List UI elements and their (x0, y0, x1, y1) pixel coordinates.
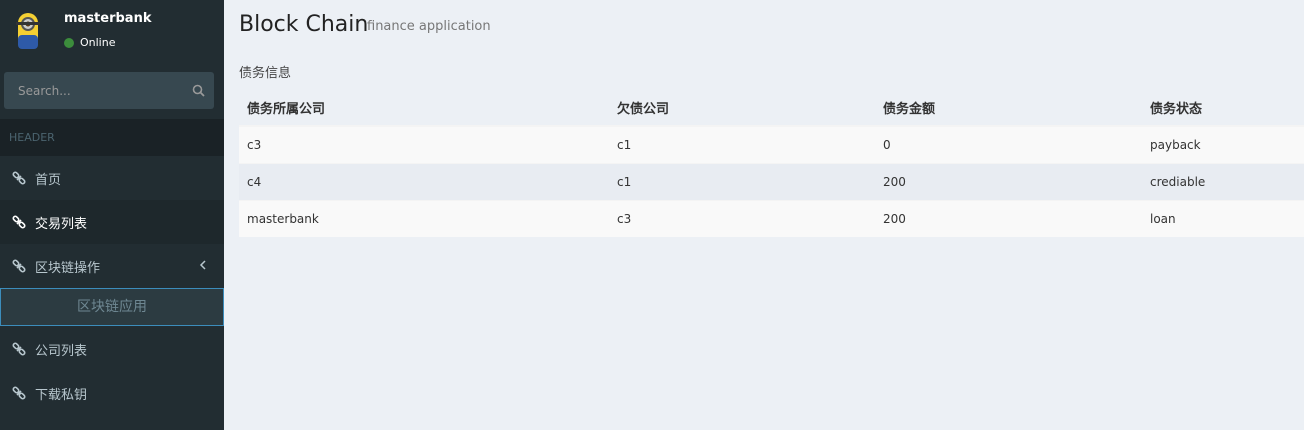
link-icon (12, 171, 26, 185)
sidebar-menu: 首页 交易列表 区块链操作 区块链应用 公司列表 下载私钥 (0, 156, 224, 415)
avatar (16, 13, 40, 49)
debt-table: 债务所属公司 欠债公司 债务金额 债务状态 c3 c1 0 payback c4… (239, 89, 1304, 237)
table-cell: c1 (609, 125, 875, 163)
table-cell: payback (1142, 125, 1304, 163)
search-form (4, 72, 214, 109)
column-header: 欠债公司 (609, 89, 875, 127)
search-button[interactable] (182, 72, 214, 109)
sidebar-item-label: 区块链操作 (35, 260, 101, 276)
link-icon (12, 215, 26, 229)
status-label: Online (80, 36, 116, 49)
sidebar-item-transactions[interactable]: 交易列表 (0, 200, 224, 244)
table-cell: c4 (239, 162, 609, 200)
table-cell: c3 (609, 199, 875, 237)
sidebar: masterbank Online HEADER 首页 交易列表 (0, 0, 224, 430)
table-row: c4 c1 200 crediable (239, 162, 1304, 200)
user-status: Online (64, 36, 115, 49)
sidebar-item-label: 首页 (35, 172, 62, 188)
main-content: Block Chain finance application 债务信息 债务所… (224, 0, 1304, 430)
sidebar-header: HEADER (0, 119, 224, 156)
sidebar-item-label: 公司列表 (35, 343, 88, 359)
sidebar-item-label: 交易列表 (35, 216, 88, 232)
table-cell: loan (1142, 199, 1304, 237)
table-cell: c3 (239, 125, 609, 163)
sidebar-item-blockchain-app[interactable]: 区块链应用 (0, 288, 224, 326)
link-icon (12, 342, 26, 356)
link-icon (12, 386, 26, 400)
table-cell: 200 (875, 162, 1142, 200)
section-title: 债务信息 (239, 66, 292, 81)
table-cell: masterbank (239, 199, 609, 237)
column-header: 债务金额 (875, 89, 1142, 127)
search-icon (192, 84, 205, 97)
sidebar-item-blockchain-ops[interactable]: 区块链操作 (0, 244, 224, 288)
sidebar-item-download-key[interactable]: 下载私钥 (0, 371, 224, 415)
page-subtitle: finance application (367, 19, 491, 34)
table-header-row: 债务所属公司 欠债公司 债务金额 债务状态 (239, 89, 1304, 127)
sidebar-item-label: 下载私钥 (35, 387, 88, 403)
table-row: masterbank c3 200 loan (239, 199, 1304, 237)
chevron-left-icon[interactable] (199, 259, 207, 271)
sidebar-item-home[interactable]: 首页 (0, 156, 224, 200)
table-row: c3 c1 0 payback (239, 125, 1304, 163)
table-cell: c1 (609, 162, 875, 200)
column-header: 债务状态 (1142, 89, 1304, 127)
user-name: masterbank (64, 11, 152, 26)
column-header: 债务所属公司 (239, 89, 609, 127)
sidebar-item-companies[interactable]: 公司列表 (0, 327, 224, 371)
page-title: Block Chain (239, 12, 369, 37)
user-panel: masterbank Online (0, 0, 224, 62)
table-cell: 0 (875, 125, 1142, 163)
table-cell: crediable (1142, 162, 1304, 200)
online-status-icon (64, 37, 74, 48)
table-cell: 200 (875, 199, 1142, 237)
search-input[interactable] (4, 83, 182, 98)
link-icon (12, 259, 26, 273)
